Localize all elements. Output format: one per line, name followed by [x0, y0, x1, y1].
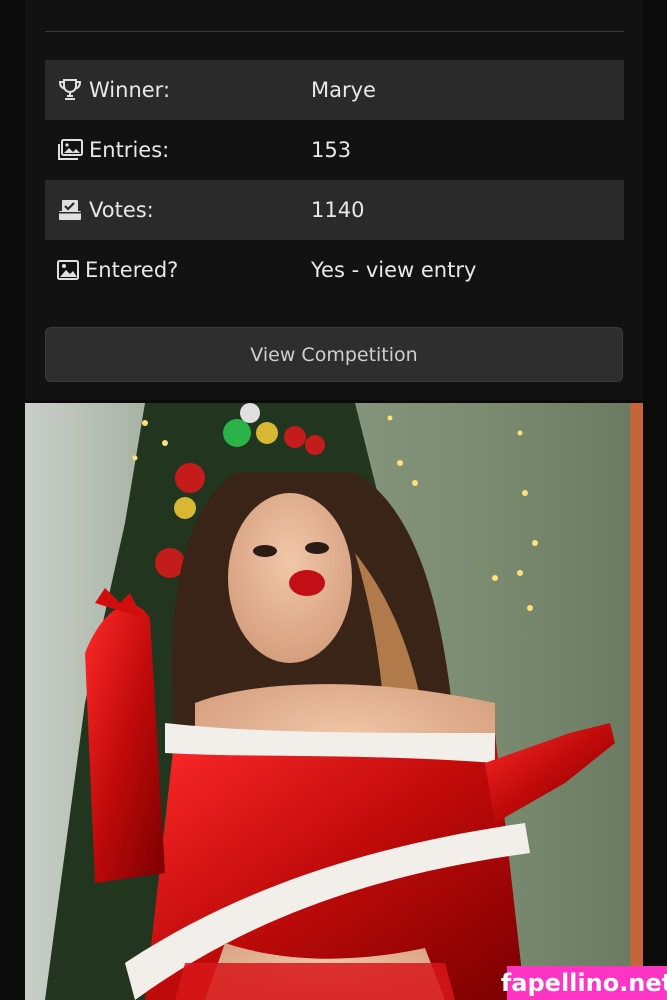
votes-label: Votes:	[89, 198, 154, 222]
entered-row: Entered? Yes - view entry	[45, 240, 624, 300]
winner-label: Winner:	[89, 78, 171, 102]
votes-label-group: Votes:	[57, 198, 154, 222]
votes-row: Votes: 1140	[45, 180, 624, 240]
trophy-icon	[57, 78, 83, 102]
entered-value-link[interactable]: Yes - view entry	[311, 258, 476, 282]
entered-label-group: Entered?	[57, 258, 178, 282]
images-icon	[57, 139, 83, 161]
watermark: fapellino.net	[501, 966, 667, 1000]
winner-label-group: Winner:	[57, 78, 170, 102]
winner-row: Winner: Marye	[45, 60, 624, 120]
ballot-box-icon	[57, 199, 83, 221]
entries-label: Entries:	[89, 138, 170, 162]
votes-value: 1140	[311, 198, 365, 222]
entry-photo-illustration	[25, 403, 643, 1000]
image-icon	[57, 260, 79, 280]
view-competition-button[interactable]: View Competition	[45, 327, 623, 382]
winner-value[interactable]: Marye	[311, 78, 376, 102]
entries-row: Entries: 153	[45, 120, 624, 180]
entered-label: Entered?	[85, 258, 179, 282]
divider	[45, 31, 624, 32]
page: Winner: Marye Entries: 153 Votes: 1140 E…	[0, 0, 667, 1000]
entries-value: 153	[311, 138, 352, 162]
entry-photo[interactable]	[25, 403, 643, 1000]
entries-label-group: Entries:	[57, 138, 169, 162]
